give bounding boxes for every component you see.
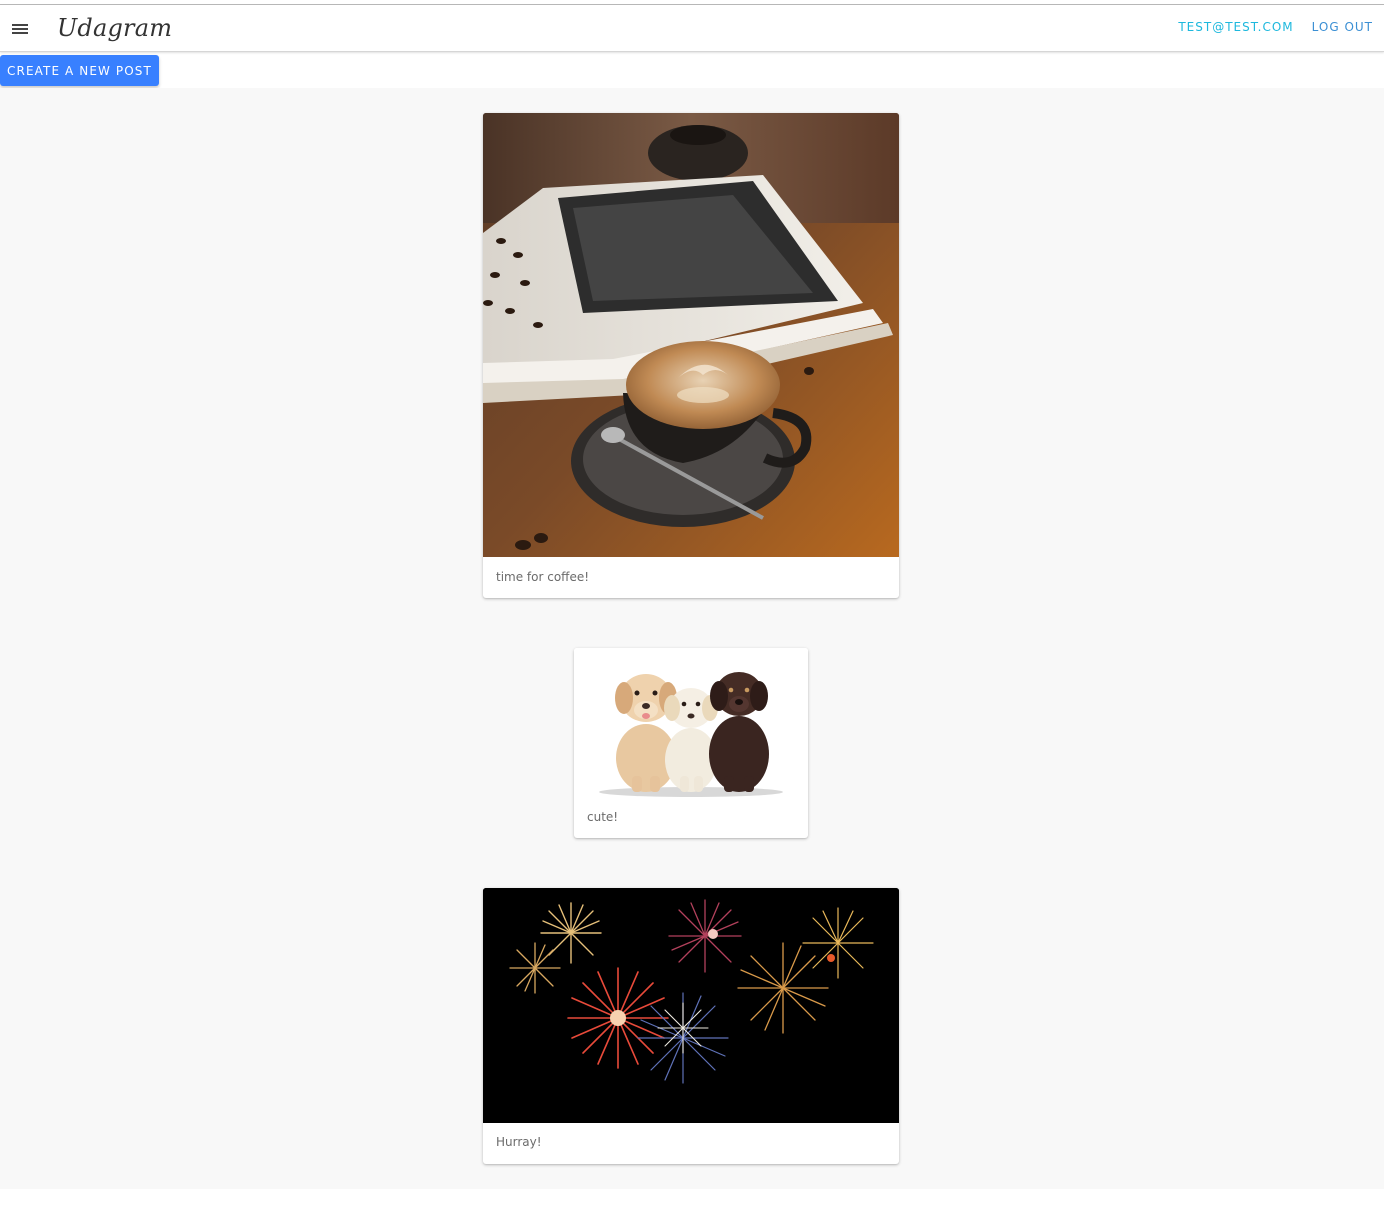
feed-card: cute! (574, 648, 808, 838)
coffee-latte-photo (483, 113, 899, 557)
feed-card: time for coffee! (483, 113, 899, 598)
feed-card: Hurray! (483, 888, 899, 1164)
post-caption: time for coffee! (496, 570, 590, 584)
menu-icon (12, 24, 28, 34)
app-toolbar: Udagram TEST@TEST.COM LOG OUT (0, 5, 1384, 52)
menu-button[interactable] (6, 15, 34, 43)
app-title: Udagram (57, 14, 173, 42)
logout-link[interactable]: LOG OUT (1312, 19, 1373, 35)
post-caption: Hurray! (496, 1135, 542, 1149)
header-nav: TEST@TEST.COM LOG OUT (1178, 19, 1373, 35)
post-caption: cute! (587, 810, 619, 824)
feed-content: time for coffee! cute! Hurray! (0, 88, 1384, 1189)
three-puppies-photo (574, 648, 808, 804)
create-post-button[interactable]: CREATE A NEW POST (0, 55, 159, 86)
user-email-link[interactable]: TEST@TEST.COM (1178, 19, 1293, 35)
fireworks-photo (483, 888, 899, 1123)
